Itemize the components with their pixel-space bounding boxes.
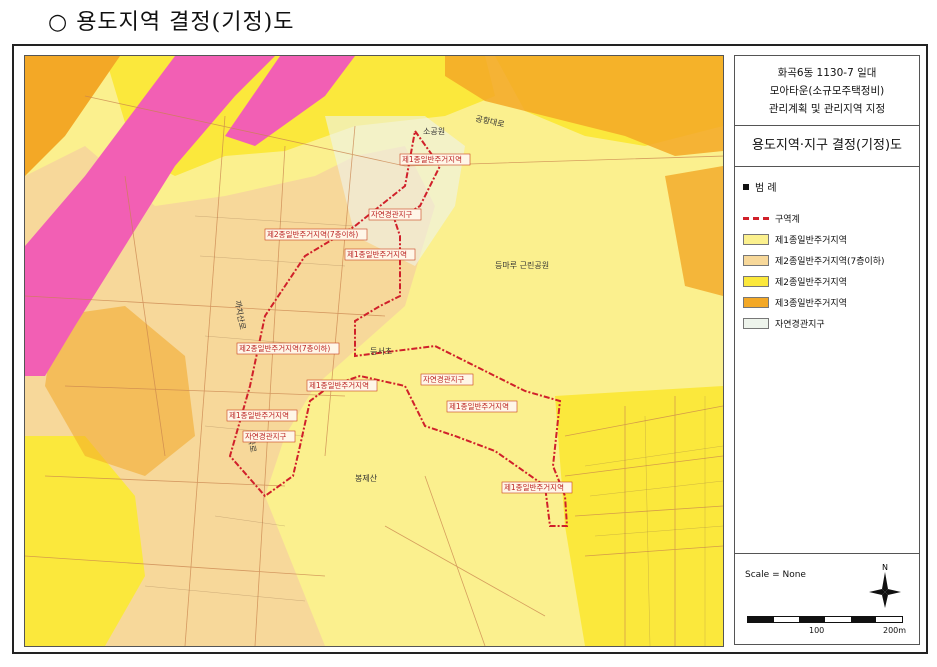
legend-label: 구역계 [775, 215, 800, 225]
svg-text:제1종일반주거지역: 제1종일반주거지역 [402, 154, 462, 164]
legend-panel: 화곡6동 1130-7 일대 모아타운(소규모주택정비) 관리계획 및 관리지역… [734, 55, 920, 645]
page-heading: ○ 용도지역 결정(기정)도 [48, 10, 295, 35]
zone-label: 자연경관지구 [368, 208, 422, 221]
zone-label: 제2종일반주거지역(7층이하) [264, 228, 368, 241]
zone-label: 제1종일반주거지역 [501, 481, 573, 494]
legend-label: 제2종일반주거지역 [775, 278, 847, 288]
place-label-school: 등서초 [370, 347, 392, 356]
svg-text:제1종일반주거지역: 제1종일반주거지역 [504, 482, 564, 492]
legend-item: 제2종일반주거지역(7층이하) [743, 250, 919, 271]
svg-text:제2종일반주거지역(7층이하): 제2종일반주거지역(7층이하) [239, 343, 330, 353]
svg-text:제2종일반주거지역(7층이하): 제2종일반주거지역(7층이하) [267, 229, 358, 239]
legend-item: 제1종일반주거지역 [743, 229, 919, 250]
zone-label: 제1종일반주거지역 [399, 153, 471, 166]
legend-label: 자연경관지구 [775, 320, 825, 330]
legend-bullet-icon [743, 183, 749, 190]
scale-tick-100: 100 [809, 626, 825, 635]
legend-label: 제1종일반주거지역 [775, 236, 847, 246]
panel-subtitle: 용도지역·지구 결정(기정)도 [735, 126, 919, 167]
legend-item: 제3종일반주거지역 [743, 292, 919, 313]
svg-text:제1종일반주거지역: 제1종일반주거지역 [449, 401, 509, 411]
svg-text:자연경관지구: 자연경관지구 [371, 209, 412, 219]
legend-item: 구역계 [743, 208, 919, 229]
zone-label: 자연경관지구 [242, 430, 296, 443]
svg-text:제1종일반주거지역: 제1종일반주거지역 [309, 380, 369, 390]
panel-title-line: 화곡6동 1130-7 일대 [777, 67, 877, 79]
svg-text:제1종일반주거지역: 제1종일반주거지역 [229, 410, 289, 420]
zone-label: 제1종일반주거지역 [226, 409, 298, 422]
scale-text: Scale = None [745, 570, 806, 580]
legend-swatch [743, 297, 769, 308]
scale-bar [747, 616, 903, 623]
north-arrow-icon: N [865, 562, 905, 610]
svg-text:자연경관지구: 자연경관지구 [423, 374, 464, 384]
scale-tick-200: 200m [883, 626, 907, 635]
zone-label: 자연경관지구 [420, 373, 474, 386]
legend-swatch [743, 318, 769, 329]
boundary-line-swatch [743, 213, 769, 224]
place-label-dengmaru: 등마루 근린공원 [495, 260, 549, 270]
zone-label: 제1종일반주거지역 [446, 400, 518, 413]
legend-title: 범 례 [755, 183, 777, 194]
zone-label: 제1종일반주거지역 [344, 248, 416, 261]
place-label-mountain: 봉제산 [355, 473, 378, 483]
legend: 범 례 구역계 제1종일반주거지역 제2종일반주거지역(7층이하) 제2종일반주… [735, 167, 919, 334]
legend-item: 제2종일반주거지역 [743, 271, 919, 292]
panel-title-line: 관리계획 및 관리지역 지정 [768, 103, 886, 115]
panel-title: 화곡6동 1130-7 일대 모아타운(소규모주택정비) 관리계획 및 관리지역… [735, 56, 919, 126]
zone-label: 제1종일반주거지역 [306, 379, 378, 392]
legend-label: 제2종일반주거지역(7층이하) [775, 257, 885, 267]
legend-header: 범 례 [743, 179, 919, 194]
legend-label: 제3종일반주거지역 [775, 299, 847, 309]
legend-swatch [743, 255, 769, 266]
svg-text:제1종일반주거지역: 제1종일반주거지역 [347, 249, 407, 259]
zone-label: 제2종일반주거지역(7층이하) [236, 342, 340, 355]
legend-item: 자연경관지구 [743, 313, 919, 334]
svg-text:자연경관지구: 자연경관지구 [245, 431, 286, 441]
legend-swatch [743, 234, 769, 245]
north-label: N [882, 563, 888, 572]
scale-section: Scale = None N 100 200m [735, 553, 919, 644]
place-label-park: 소공원 [423, 127, 445, 136]
zoning-map[interactable]: 소공원 공항대로 등마루 근린공원 등서초 봉제산 까치산로 화곡로 제1종일반… [24, 55, 724, 647]
legend-swatch [743, 276, 769, 287]
panel-title-line: 모아타운(소규모주택정비) [769, 85, 885, 97]
